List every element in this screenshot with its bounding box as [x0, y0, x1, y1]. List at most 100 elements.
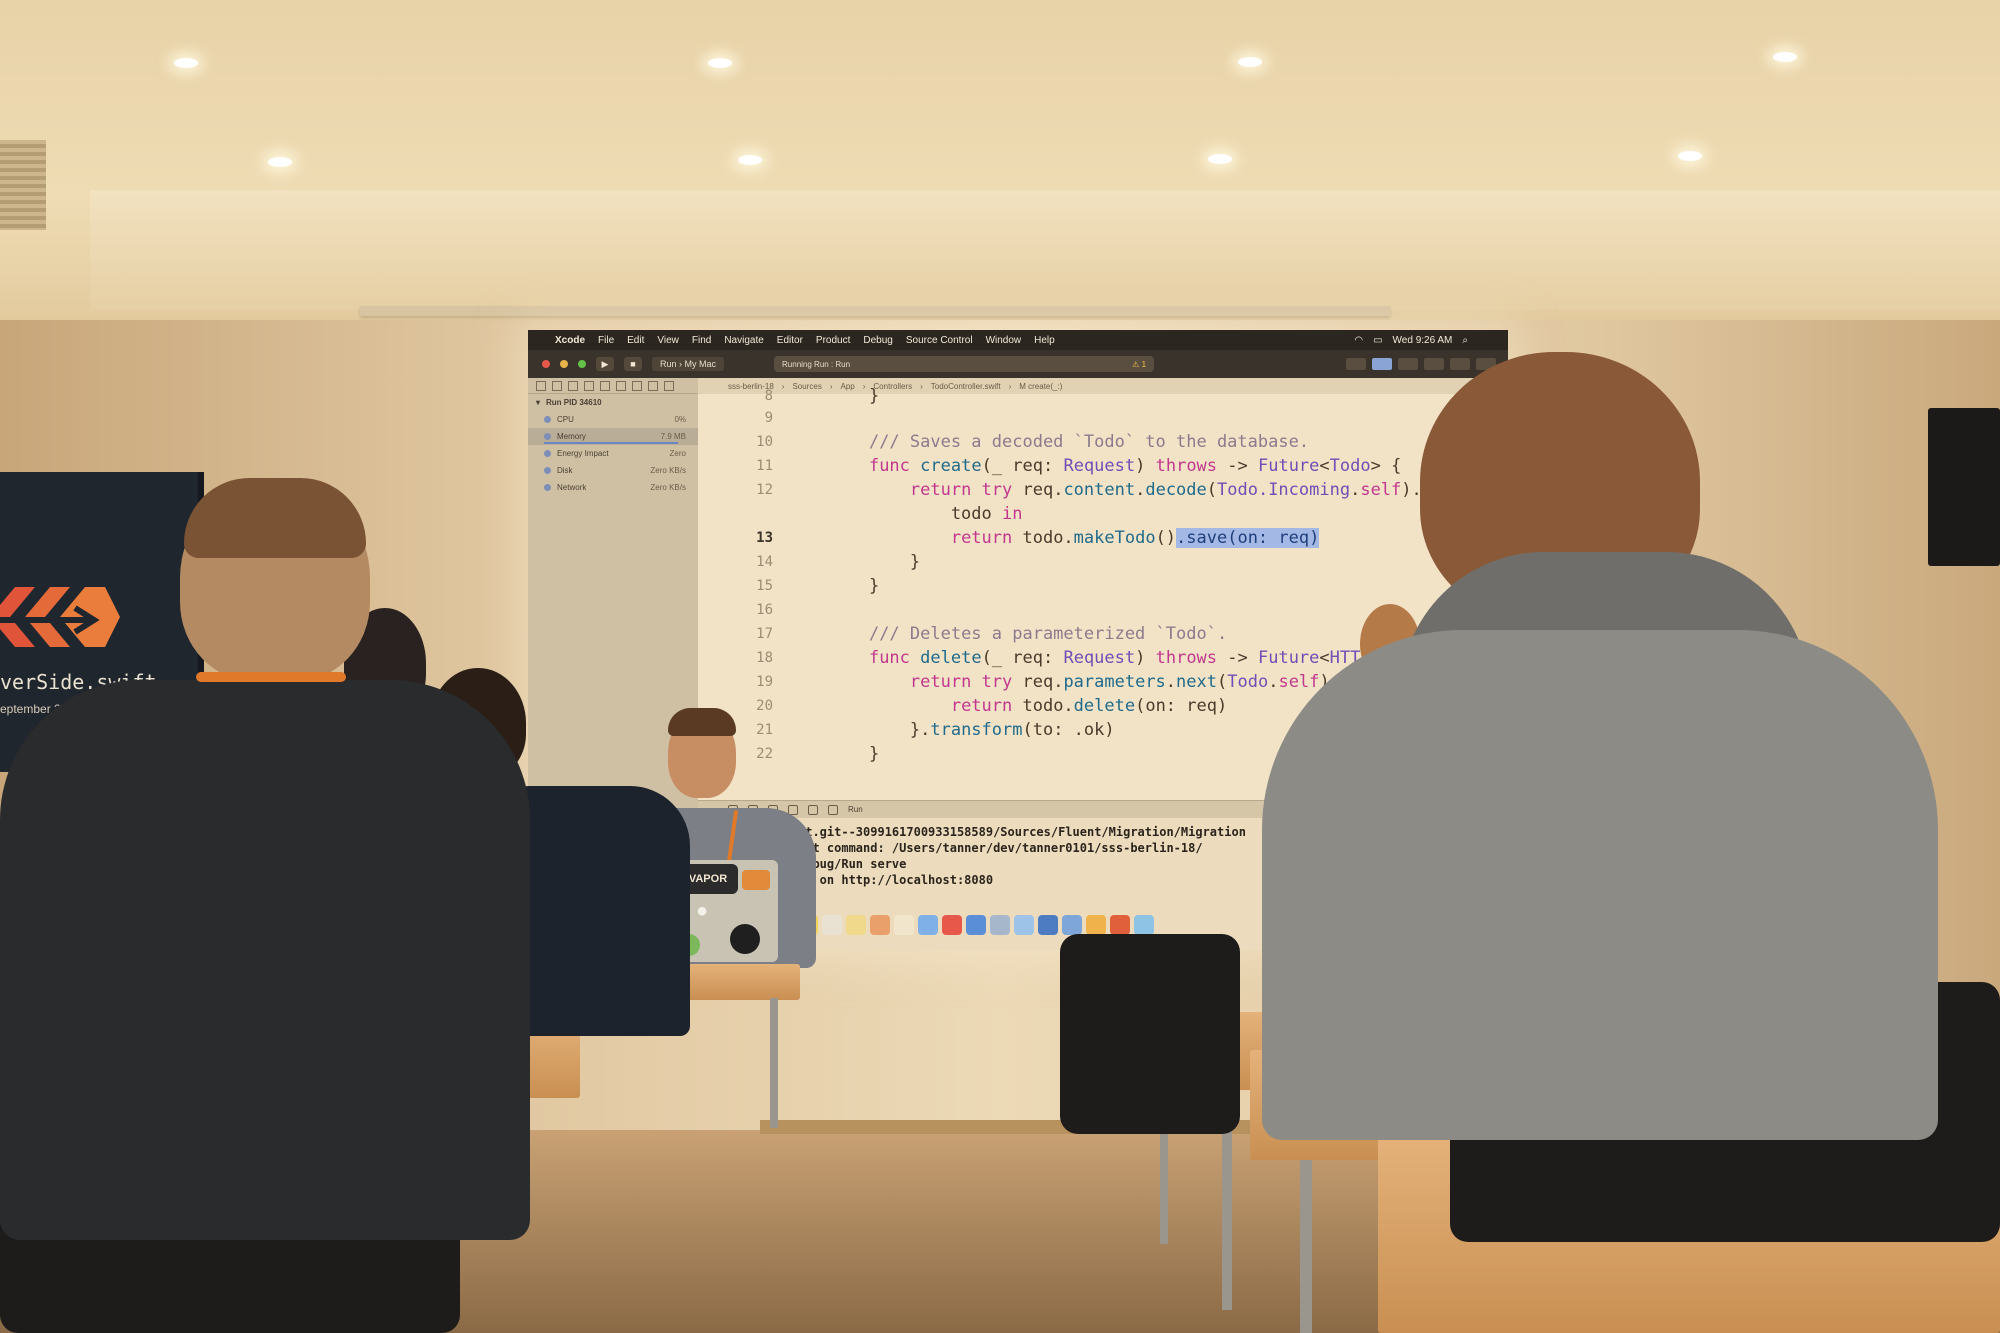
menu-window[interactable]: Window: [986, 335, 1022, 346]
line-number: 15: [756, 578, 773, 594]
assistant-editor-button[interactable]: [1372, 358, 1392, 370]
line-number: 18: [756, 650, 773, 666]
ceiling-soffit: [90, 190, 2000, 310]
gauge-memory[interactable]: Memory 7.9 MB: [528, 428, 698, 445]
breadcrumb-file[interactable]: TodoController.swift: [931, 382, 1001, 391]
close-window-icon[interactable]: [542, 360, 550, 368]
dock-app-icon[interactable]: [1038, 915, 1058, 935]
gauge-label: CPU: [557, 415, 574, 424]
debug-icon[interactable]: [632, 381, 642, 391]
menu-navigate[interactable]: Navigate: [724, 335, 763, 346]
navigator-tabs: [528, 378, 698, 394]
code-line: func create(_ req: Request) throws -> Fu…: [868, 456, 1402, 476]
dock-app-icon[interactable]: [870, 915, 890, 935]
toggle-debug-area-button[interactable]: [1450, 358, 1470, 370]
gauge-disk[interactable]: Disk Zero KB/s: [528, 462, 698, 479]
breadcrumb-method[interactable]: M create(_:): [1019, 382, 1062, 391]
attendee-hoodie: [1262, 630, 1938, 1140]
zoom-window-icon[interactable]: [578, 360, 586, 368]
laptop-sticker: [730, 924, 760, 954]
battery-icon[interactable]: ▭: [1373, 335, 1382, 346]
dock-app-icon[interactable]: [1014, 915, 1034, 935]
dock-app-icon[interactable]: [966, 915, 986, 935]
line-number: 17: [756, 626, 773, 642]
gauge-value: Zero KB/s: [650, 466, 686, 475]
dock-app-icon[interactable]: [918, 915, 938, 935]
toggle-navigator-button[interactable]: [1424, 358, 1444, 370]
spotlight-search-icon[interactable]: ⌕: [1462, 335, 1468, 346]
menu-file[interactable]: File: [598, 335, 614, 346]
code-line: return todo.delete(on: req): [950, 696, 1228, 716]
location-icon[interactable]: [828, 804, 838, 815]
presenter-hair: [668, 708, 736, 736]
code-line: }: [828, 386, 880, 406]
code-line: /// Saves a decoded `Todo` to the databa…: [868, 432, 1310, 452]
menu-source-control[interactable]: Source Control: [906, 335, 973, 346]
dock-app-icon[interactable]: [990, 915, 1010, 935]
apple-logo-icon: ●: [696, 900, 709, 922]
dock-app-icon[interactable]: [822, 915, 842, 935]
line-number: 11: [756, 458, 773, 474]
process-row[interactable]: ▾ Run PID 34610: [528, 394, 698, 411]
dock-app-icon[interactable]: [1086, 915, 1106, 935]
run-button[interactable]: ▶: [596, 357, 614, 371]
debug-target-label: Run: [848, 805, 863, 814]
dock-app-icon[interactable]: [894, 915, 914, 935]
folder-icon[interactable]: [536, 381, 546, 391]
gauge-network[interactable]: Network Zero KB/s: [528, 479, 698, 496]
code-line: }: [828, 744, 880, 764]
issue-icon[interactable]: [600, 381, 610, 391]
menu-clock[interactable]: Wed 9:26 AM: [1393, 335, 1453, 346]
editor-mode-buttons: [1346, 358, 1496, 370]
symbol-icon[interactable]: [568, 381, 578, 391]
menu-app-name[interactable]: Xcode: [555, 335, 585, 346]
menu-find[interactable]: Find: [692, 335, 711, 346]
line-number: 12: [756, 482, 773, 498]
dock-app-icon[interactable]: [846, 915, 866, 935]
find-icon[interactable]: [584, 381, 594, 391]
dock-app-icon[interactable]: [1110, 915, 1130, 935]
downlight: [174, 58, 198, 68]
air-vent: [0, 140, 46, 230]
breadcrumb-controllers[interactable]: Controllers: [873, 382, 912, 391]
dock-app-icon[interactable]: [1134, 915, 1154, 935]
disclosure-triangle-icon[interactable]: ▾: [536, 398, 540, 407]
report-icon[interactable]: [664, 381, 674, 391]
line-number-current: 13: [756, 530, 773, 546]
stop-button[interactable]: ■: [624, 357, 642, 371]
gauge-value: Zero: [669, 449, 686, 458]
menu-edit[interactable]: Edit: [627, 335, 644, 346]
standard-editor-button[interactable]: [1346, 358, 1366, 370]
gauge-label: Disk: [557, 466, 573, 475]
scheme-selector[interactable]: Run › My Mac: [652, 357, 725, 371]
test-icon[interactable]: [616, 381, 626, 391]
dock-app-icon[interactable]: [1062, 915, 1082, 935]
breakpoint-icon[interactable]: [648, 381, 658, 391]
source-control-icon[interactable]: [552, 381, 562, 391]
menu-product[interactable]: Product: [816, 335, 850, 346]
memory-bar: [544, 442, 678, 444]
chair: [1060, 934, 1240, 1134]
line-number: 19: [756, 674, 773, 690]
version-editor-button[interactable]: [1398, 358, 1418, 370]
warning-icon[interactable]: ⚠ 1: [1132, 360, 1146, 369]
menu-help[interactable]: Help: [1034, 335, 1055, 346]
menu-view[interactable]: View: [657, 335, 679, 346]
activity-status-text: Running Run : Run: [782, 359, 851, 369]
gauge-cpu[interactable]: CPU 0%: [528, 411, 698, 428]
downlight: [708, 58, 732, 68]
memory-graph-icon[interactable]: [808, 804, 818, 815]
dock-app-icon[interactable]: [942, 915, 962, 935]
wifi-icon[interactable]: ◠: [1354, 335, 1363, 346]
minimize-window-icon[interactable]: [560, 360, 568, 368]
gauge-energy[interactable]: Energy Impact Zero: [528, 445, 698, 462]
attendee-hair: [184, 478, 366, 558]
menu-editor[interactable]: Editor: [777, 335, 803, 346]
gauge-icon: [544, 433, 551, 440]
code-line: }: [828, 552, 921, 572]
code-line: return todo.makeTodo().save(on: req): [950, 528, 1320, 548]
scheme-name: Run: [660, 359, 677, 369]
breadcrumb-sources[interactable]: Sources: [792, 382, 821, 391]
line-number: 10: [756, 434, 773, 450]
menu-debug[interactable]: Debug: [863, 335, 892, 346]
